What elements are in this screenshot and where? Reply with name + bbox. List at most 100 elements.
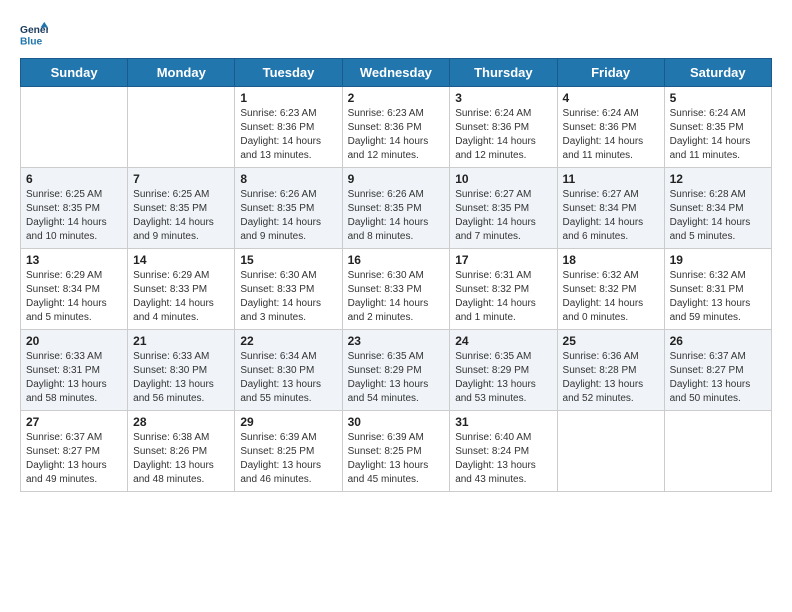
svg-text:Blue: Blue [20,36,43,47]
calendar-week-row: 13 Sunrise: 6:29 AMSunset: 8:34 PMDayligh… [21,249,772,330]
day-number: 1 [240,91,336,105]
calendar-cell: 8 Sunrise: 6:26 AMSunset: 8:35 PMDaylight… [235,168,342,249]
logo-icon: General Blue [20,20,48,48]
day-info: Sunrise: 6:28 AMSunset: 8:34 PMDaylight:… [670,188,766,244]
day-header-saturday: Saturday [664,59,771,87]
day-header-tuesday: Tuesday [235,59,342,87]
calendar-cell: 11Sunrise: 6:27 AMSunset: 8:34 PMDayligh… [557,168,664,249]
day-info: Sunrise: 6:25 AMSunset: 8:35 PMDaylight:… [133,188,229,244]
calendar-cell: 18Sunrise: 6:32 AMSunset: 8:32 PMDayligh… [557,249,664,330]
day-number: 6 [26,172,122,186]
day-info: Sunrise: 6:25 AMSunset: 8:35 PMDaylight:… [26,188,122,244]
day-number: 8 [240,172,336,186]
day-info: Sunrise: 6:33 AMSunset: 8:30 PMDaylight:… [133,350,229,406]
calendar-cell: 30 Sunrise: 6:39 AMSunset: 8:25 PMDayligh… [342,411,450,492]
calendar-cell: 4Sunrise: 6:24 AMSunset: 8:36 PMDaylight… [557,87,664,168]
day-info: Sunrise: 6:35 AMSunset: 8:29 PMDaylight:… [348,350,445,406]
day-info: Sunrise: 6:23 AMSunset: 8:36 PMDaylight:… [240,107,336,163]
calendar-table: SundayMondayTuesdayWednesdayThursdayFrid… [20,58,772,492]
calendar-cell: 14 Sunrise: 6:29 AMSunset: 8:33 PMDayligh… [128,249,235,330]
day-number: 23 [348,334,445,348]
calendar-cell: 1 Sunrise: 6:23 AMSunset: 8:36 PMDaylight… [235,87,342,168]
calendar-cell: 26 Sunrise: 6:37 AMSunset: 8:27 PMDayligh… [664,330,771,411]
day-info: Sunrise: 6:36 AMSunset: 8:28 PMDaylight:… [563,350,659,406]
day-info: Sunrise: 6:29 AMSunset: 8:34 PMDaylight:… [26,269,122,325]
calendar-cell: 28Sunrise: 6:38 AMSunset: 8:26 PMDayligh… [128,411,235,492]
calendar-cell: 15Sunrise: 6:30 AMSunset: 8:33 PMDayligh… [235,249,342,330]
calendar-cell: 27 Sunrise: 6:37 AMSunset: 8:27 PMDayligh… [21,411,128,492]
calendar-cell: 29 Sunrise: 6:39 AMSunset: 8:25 PMDayligh… [235,411,342,492]
calendar-cell [664,411,771,492]
day-info: Sunrise: 6:35 AMSunset: 8:29 PMDaylight:… [455,350,551,406]
day-header-wednesday: Wednesday [342,59,450,87]
day-header-friday: Friday [557,59,664,87]
day-number: 26 [670,334,766,348]
calendar-cell: 6 Sunrise: 6:25 AMSunset: 8:35 PMDaylight… [21,168,128,249]
calendar-cell: 2 Sunrise: 6:23 AMSunset: 8:36 PMDaylight… [342,87,450,168]
day-info: Sunrise: 6:40 AMSunset: 8:24 PMDaylight:… [455,431,551,487]
day-number: 9 [348,172,445,186]
day-info: Sunrise: 6:26 AMSunset: 8:35 PMDaylight:… [348,188,445,244]
day-number: 7 [133,172,229,186]
day-number: 31 [455,415,551,429]
logo: General Blue [20,20,52,48]
day-number: 29 [240,415,336,429]
calendar-header-row: SundayMondayTuesdayWednesdayThursdayFrid… [21,59,772,87]
calendar-cell: 21 Sunrise: 6:33 AMSunset: 8:30 PMDayligh… [128,330,235,411]
day-number: 20 [26,334,122,348]
day-number: 14 [133,253,229,267]
day-info: Sunrise: 6:32 AMSunset: 8:32 PMDaylight:… [563,269,659,325]
day-number: 16 [348,253,445,267]
day-info: Sunrise: 6:24 AMSunset: 8:36 PMDaylight:… [563,107,659,163]
day-info: Sunrise: 6:26 AMSunset: 8:35 PMDaylight:… [240,188,336,244]
day-number: 24 [455,334,551,348]
calendar-week-row: 20 Sunrise: 6:33 AMSunset: 8:31 PMDayligh… [21,330,772,411]
day-info: Sunrise: 6:39 AMSunset: 8:25 PMDaylight:… [240,431,336,487]
day-number: 10 [455,172,551,186]
day-info: Sunrise: 6:29 AMSunset: 8:33 PMDaylight:… [133,269,229,325]
calendar-week-row: 27 Sunrise: 6:37 AMSunset: 8:27 PMDayligh… [21,411,772,492]
day-info: Sunrise: 6:37 AMSunset: 8:27 PMDaylight:… [26,431,122,487]
day-number: 5 [670,91,766,105]
day-info: Sunrise: 6:24 AMSunset: 8:36 PMDaylight:… [455,107,551,163]
day-info: Sunrise: 6:37 AMSunset: 8:27 PMDaylight:… [670,350,766,406]
day-number: 3 [455,91,551,105]
day-info: Sunrise: 6:27 AMSunset: 8:35 PMDaylight:… [455,188,551,244]
calendar-cell [557,411,664,492]
day-number: 12 [670,172,766,186]
calendar-cell [21,87,128,168]
day-info: Sunrise: 6:34 AMSunset: 8:30 PMDaylight:… [240,350,336,406]
day-info: Sunrise: 6:39 AMSunset: 8:25 PMDaylight:… [348,431,445,487]
calendar-cell: 5 Sunrise: 6:24 AMSunset: 8:35 PMDaylight… [664,87,771,168]
day-header-monday: Monday [128,59,235,87]
day-header-thursday: Thursday [450,59,557,87]
calendar-week-row: 6 Sunrise: 6:25 AMSunset: 8:35 PMDaylight… [21,168,772,249]
calendar-cell: 19Sunrise: 6:32 AMSunset: 8:31 PMDayligh… [664,249,771,330]
day-number: 22 [240,334,336,348]
day-number: 30 [348,415,445,429]
day-info: Sunrise: 6:27 AMSunset: 8:34 PMDaylight:… [563,188,659,244]
calendar-week-row: 1 Sunrise: 6:23 AMSunset: 8:36 PMDaylight… [21,87,772,168]
calendar-cell: 7 Sunrise: 6:25 AMSunset: 8:35 PMDaylight… [128,168,235,249]
calendar-cell: 24 Sunrise: 6:35 AMSunset: 8:29 PMDayligh… [450,330,557,411]
calendar-cell: 9 Sunrise: 6:26 AMSunset: 8:35 PMDaylight… [342,168,450,249]
day-number: 27 [26,415,122,429]
day-number: 17 [455,253,551,267]
day-info: Sunrise: 6:24 AMSunset: 8:35 PMDaylight:… [670,107,766,163]
day-info: Sunrise: 6:23 AMSunset: 8:36 PMDaylight:… [348,107,445,163]
day-number: 21 [133,334,229,348]
calendar-cell: 23 Sunrise: 6:35 AMSunset: 8:29 PMDayligh… [342,330,450,411]
calendar-cell: 10 Sunrise: 6:27 AMSunset: 8:35 PMDayligh… [450,168,557,249]
day-number: 13 [26,253,122,267]
day-info: Sunrise: 6:30 AMSunset: 8:33 PMDaylight:… [240,269,336,325]
page-header: General Blue [20,20,772,48]
calendar-cell: 25Sunrise: 6:36 AMSunset: 8:28 PMDayligh… [557,330,664,411]
day-info: Sunrise: 6:30 AMSunset: 8:33 PMDaylight:… [348,269,445,325]
day-info: Sunrise: 6:33 AMSunset: 8:31 PMDaylight:… [26,350,122,406]
calendar-cell [128,87,235,168]
calendar-cell: 17Sunrise: 6:31 AMSunset: 8:32 PMDayligh… [450,249,557,330]
calendar-cell: 13 Sunrise: 6:29 AMSunset: 8:34 PMDayligh… [21,249,128,330]
day-number: 2 [348,91,445,105]
calendar-cell: 22 Sunrise: 6:34 AMSunset: 8:30 PMDayligh… [235,330,342,411]
calendar-cell: 16 Sunrise: 6:30 AMSunset: 8:33 PMDayligh… [342,249,450,330]
